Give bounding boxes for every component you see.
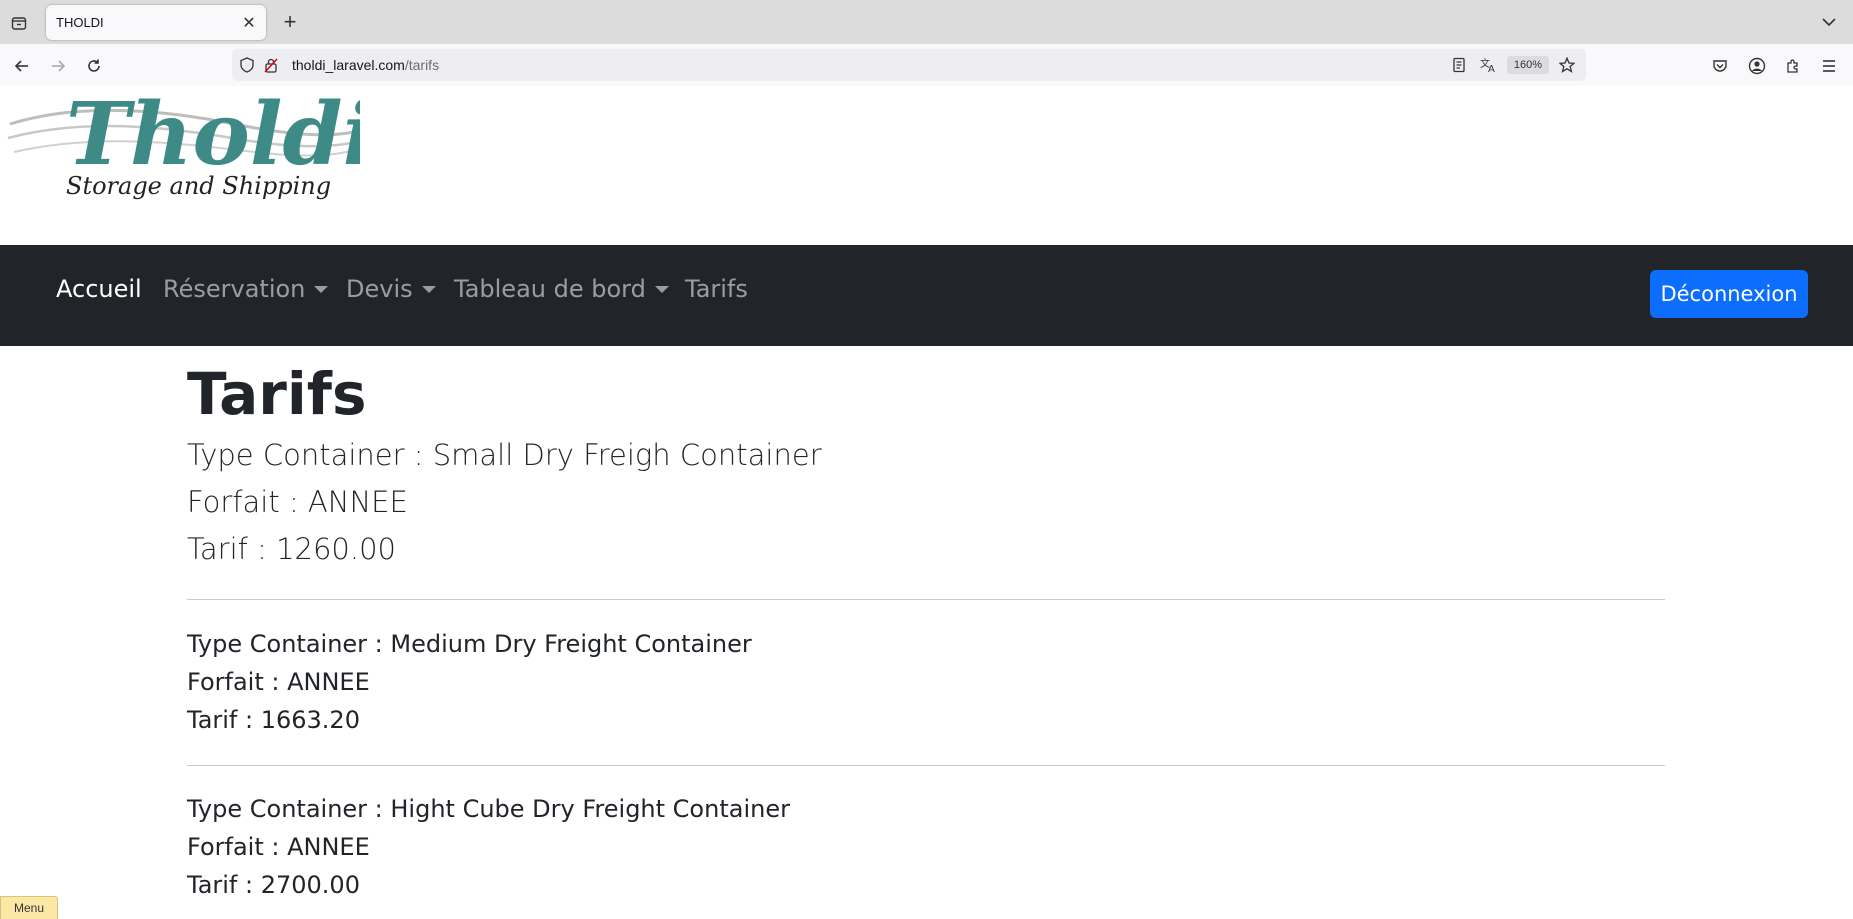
tarif-2-type: Type Container : Medium Dry Freight Cont…: [187, 630, 752, 658]
tarif-1-forfait: Forfait : ANNEE: [187, 485, 408, 519]
divider: [187, 599, 1665, 600]
new-tab-icon[interactable]: +: [278, 9, 302, 34]
nav-tableau-de-bord-label: Tableau de bord: [454, 275, 646, 303]
nav-reservation-dropdown[interactable]: Réservation: [163, 269, 329, 309]
nav-tarifs[interactable]: Tarifs: [685, 269, 748, 309]
zoom-level-badge[interactable]: 160%: [1507, 56, 1549, 74]
menu-badge[interactable]: Menu: [0, 896, 58, 919]
logout-button[interactable]: Déconnexion: [1650, 270, 1808, 318]
back-icon[interactable]: [9, 53, 35, 79]
browser-tab[interactable]: THOLDI ✕: [46, 5, 266, 40]
nav-accueil[interactable]: Accueil: [56, 269, 142, 309]
caret-down-icon: [654, 286, 669, 293]
close-tab-icon[interactable]: ✕: [240, 13, 258, 32]
browser-tab-bar: THOLDI ✕ +: [0, 0, 1853, 44]
chevron-down-icon[interactable]: [1819, 12, 1839, 32]
tarif-2-forfait: Forfait : ANNEE: [187, 668, 370, 696]
caret-down-icon: [314, 286, 329, 293]
tarif-3-tarif: Tarif : 2700.00: [187, 871, 360, 899]
address-bar[interactable]: tholdi_laravel.com/tarifs 文A 160%: [232, 49, 1586, 81]
site-navbar: Accueil Réservation Devis Tableau de bor…: [0, 245, 1853, 346]
extensions-icon[interactable]: [1782, 55, 1804, 77]
web-page: Tholdi Storage and Shipping Accueil Rése…: [0, 86, 1853, 919]
browser-toolbar: tholdi_laravel.com/tarifs 文A 160%: [0, 44, 1853, 87]
tarif-2-tarif: Tarif : 1663.20: [187, 706, 360, 734]
tarif-3-type: Type Container : Hight Cube Dry Freight …: [187, 795, 790, 823]
tarif-1-type: Type Container : Small Dry Freigh Contai…: [187, 438, 822, 472]
tab-list-icon[interactable]: [8, 12, 30, 34]
caret-down-icon: [421, 286, 436, 293]
shield-icon[interactable]: [238, 56, 256, 74]
url-host: tholdi_laravel.com: [292, 57, 405, 73]
nav-reservation-label: Réservation: [163, 275, 306, 303]
svg-text:Storage and Shipping: Storage and Shipping: [66, 172, 331, 200]
nav-tableau-de-bord-dropdown[interactable]: Tableau de bord: [454, 269, 669, 309]
tholdi-logo[interactable]: Tholdi Storage and Shipping: [4, 86, 375, 211]
forward-icon[interactable]: [45, 53, 71, 79]
hamburger-menu-icon[interactable]: [1818, 55, 1840, 77]
translate-icon[interactable]: 文A: [1479, 56, 1499, 74]
svg-text:Tholdi: Tholdi: [66, 86, 360, 185]
tab-title: THOLDI: [56, 15, 104, 30]
pocket-icon[interactable]: [1709, 55, 1731, 77]
nav-devis-label: Devis: [346, 275, 413, 303]
divider: [187, 765, 1665, 766]
bookmark-star-icon[interactable]: [1557, 55, 1577, 75]
page-title: Tarifs: [187, 360, 367, 428]
tarif-1-tarif: Tarif : 1260.00: [187, 532, 397, 566]
account-icon[interactable]: [1746, 55, 1768, 77]
tarif-3-forfait: Forfait : ANNEE: [187, 833, 370, 861]
url-text: tholdi_laravel.com/tarifs: [292, 57, 439, 73]
reload-icon[interactable]: [81, 53, 107, 79]
url-path: /tarifs: [404, 57, 440, 73]
nav-devis-dropdown[interactable]: Devis: [346, 269, 436, 309]
reader-view-icon[interactable]: [1450, 56, 1468, 74]
insecure-lock-icon[interactable]: [262, 56, 280, 74]
svg-text:A: A: [1488, 64, 1495, 73]
